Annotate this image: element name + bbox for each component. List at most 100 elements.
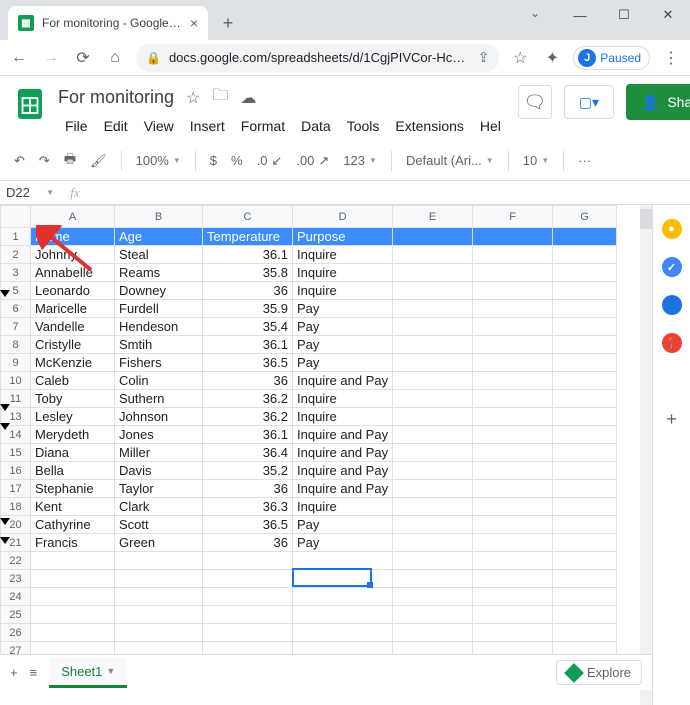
- cell-B17[interactable]: Taylor: [115, 480, 203, 498]
- cell-D9[interactable]: Pay: [293, 354, 393, 372]
- browser-menu-icon[interactable]: ⋮: [660, 48, 682, 68]
- cell-A9[interactable]: McKenzie: [31, 354, 115, 372]
- cell-B14[interactable]: Jones: [115, 426, 203, 444]
- cell-F26[interactable]: [473, 624, 553, 642]
- menu-extensions[interactable]: Extensions: [388, 115, 470, 137]
- row-header-9[interactable]: 9: [1, 354, 31, 372]
- font-dropdown[interactable]: Default (Ari...▼: [406, 153, 494, 168]
- cell-E5[interactable]: [393, 282, 473, 300]
- cell-A11[interactable]: Toby: [31, 390, 115, 408]
- cell-E7[interactable]: [393, 318, 473, 336]
- decrease-decimals-icon[interactable]: .0↙: [257, 153, 283, 169]
- cell-D22[interactable]: [293, 552, 393, 570]
- cell-B15[interactable]: Miller: [115, 444, 203, 462]
- cell-D2[interactable]: Inquire: [293, 246, 393, 264]
- cell-A15[interactable]: Diana: [31, 444, 115, 462]
- cell-C17[interactable]: 36: [203, 480, 293, 498]
- cell-G21[interactable]: [553, 534, 617, 552]
- cell-E15[interactable]: [393, 444, 473, 462]
- profile-chip[interactable]: J Paused: [573, 46, 650, 70]
- minimize-icon[interactable]: —: [558, 8, 602, 23]
- cell-D23[interactable]: [293, 570, 393, 588]
- menu-edit[interactable]: Edit: [97, 115, 135, 137]
- extensions-icon[interactable]: ✦: [541, 48, 563, 68]
- cell-G11[interactable]: [553, 390, 617, 408]
- cell-A7[interactable]: Vandelle: [31, 318, 115, 336]
- cell-F8[interactable]: [473, 336, 553, 354]
- cell-C21[interactable]: 36: [203, 534, 293, 552]
- row-header-26[interactable]: 26: [1, 624, 31, 642]
- share-button[interactable]: 👤 Share: [626, 84, 690, 120]
- currency-icon[interactable]: $: [210, 153, 217, 168]
- row-header-18[interactable]: 18: [1, 498, 31, 516]
- cell-C23[interactable]: [203, 570, 293, 588]
- undo-icon[interactable]: ↶: [14, 153, 25, 169]
- tab-list-chevron-icon[interactable]: ⌄: [530, 6, 540, 20]
- cell-E11[interactable]: [393, 390, 473, 408]
- row-header-21[interactable]: 21: [1, 534, 31, 552]
- cell-B13[interactable]: Johnson: [115, 408, 203, 426]
- cell-G25[interactable]: [553, 606, 617, 624]
- cell-C3[interactable]: 35.8: [203, 264, 293, 282]
- cell-E1[interactable]: [393, 228, 473, 246]
- cell-G10[interactable]: [553, 372, 617, 390]
- row-header-5[interactable]: 5: [1, 282, 31, 300]
- column-header-E[interactable]: E: [393, 206, 473, 228]
- cell-E3[interactable]: [393, 264, 473, 282]
- cell-A16[interactable]: Bella: [31, 462, 115, 480]
- cell-G13[interactable]: [553, 408, 617, 426]
- cell-G18[interactable]: [553, 498, 617, 516]
- cell-G15[interactable]: [553, 444, 617, 462]
- cell-G9[interactable]: [553, 354, 617, 372]
- cell-B7[interactable]: Hendeson: [115, 318, 203, 336]
- cell-A25[interactable]: [31, 606, 115, 624]
- menu-insert[interactable]: Insert: [183, 115, 232, 137]
- cell-G6[interactable]: [553, 300, 617, 318]
- redo-icon[interactable]: ↷: [39, 153, 50, 169]
- zoom-dropdown[interactable]: 100%▼: [136, 153, 181, 168]
- cell-A8[interactable]: Cristylle: [31, 336, 115, 354]
- sheet-tab-caret-icon[interactable]: ▼: [106, 666, 115, 676]
- cell-G20[interactable]: [553, 516, 617, 534]
- cell-B5[interactable]: Downey: [115, 282, 203, 300]
- cell-C11[interactable]: 36.2: [203, 390, 293, 408]
- row-header-17[interactable]: 17: [1, 480, 31, 498]
- cell-G5[interactable]: [553, 282, 617, 300]
- cell-G16[interactable]: [553, 462, 617, 480]
- cell-C20[interactable]: 36.5: [203, 516, 293, 534]
- cell-D21[interactable]: Pay: [293, 534, 393, 552]
- add-sheet-button[interactable]: +: [10, 665, 18, 680]
- cell-E20[interactable]: [393, 516, 473, 534]
- menu-tools[interactable]: Tools: [340, 115, 387, 137]
- cell-B25[interactable]: [115, 606, 203, 624]
- cell-E21[interactable]: [393, 534, 473, 552]
- cell-G24[interactable]: [553, 588, 617, 606]
- cell-C10[interactable]: 36: [203, 372, 293, 390]
- cell-B8[interactable]: Smtih: [115, 336, 203, 354]
- cell-B9[interactable]: Fishers: [115, 354, 203, 372]
- cell-C6[interactable]: 35.9: [203, 300, 293, 318]
- row-header-1[interactable]: 1: [1, 228, 31, 246]
- cell-F21[interactable]: [473, 534, 553, 552]
- cell-A6[interactable]: Maricelle: [31, 300, 115, 318]
- cell-F23[interactable]: [473, 570, 553, 588]
- column-header-B[interactable]: B: [115, 206, 203, 228]
- cell-D5[interactable]: Inquire: [293, 282, 393, 300]
- reload-icon[interactable]: ⟳: [72, 48, 94, 68]
- column-header-G[interactable]: G: [553, 206, 617, 228]
- cell-C9[interactable]: 36.5: [203, 354, 293, 372]
- cell-F16[interactable]: [473, 462, 553, 480]
- cell-B16[interactable]: Davis: [115, 462, 203, 480]
- cell-E6[interactable]: [393, 300, 473, 318]
- cell-A24[interactable]: [31, 588, 115, 606]
- cell-F20[interactable]: [473, 516, 553, 534]
- cell-A17[interactable]: Stephanie: [31, 480, 115, 498]
- cell-E13[interactable]: [393, 408, 473, 426]
- cell-G22[interactable]: [553, 552, 617, 570]
- format-123-dropdown[interactable]: 123▼: [343, 153, 377, 168]
- percent-icon[interactable]: %: [231, 153, 243, 168]
- row-header-22[interactable]: 22: [1, 552, 31, 570]
- row-header-11[interactable]: 11: [1, 390, 31, 408]
- close-window-icon[interactable]: ✕: [646, 7, 690, 23]
- cell-B11[interactable]: Suthern: [115, 390, 203, 408]
